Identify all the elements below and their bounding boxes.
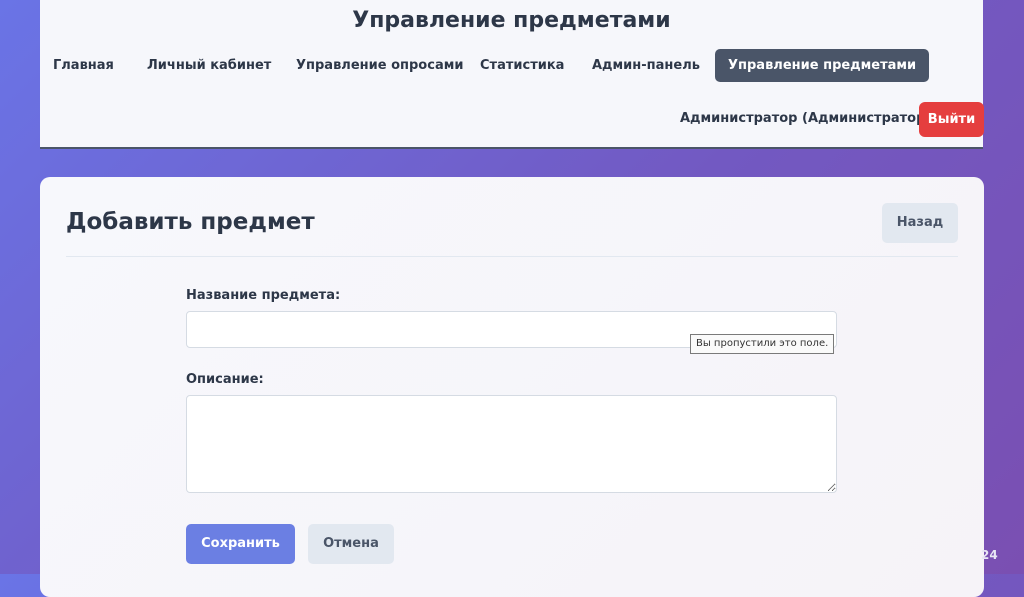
validation-tooltip: Вы пропустили это поле. xyxy=(690,334,835,354)
back-button[interactable]: Назад xyxy=(882,203,958,243)
nav-item-subjects[interactable]: Управление предметами xyxy=(715,49,930,82)
cancel-button[interactable]: Отмена xyxy=(308,524,394,564)
save-button[interactable]: Сохранить xyxy=(186,524,295,564)
nav-item-surveys[interactable]: Управление опросами xyxy=(296,49,463,82)
add-subject-card: Добавить предмет Назад Название предмета… xyxy=(40,177,984,597)
nav-item-admin-panel[interactable]: Админ-панель xyxy=(592,49,700,82)
slide-page-number: 24 xyxy=(981,548,998,562)
nav-item-profile[interactable]: Личный кабинет xyxy=(147,49,271,82)
form-title: Добавить предмет xyxy=(66,209,315,235)
current-user-label: Администратор (Администратор) xyxy=(680,111,932,126)
divider xyxy=(66,256,958,257)
top-navbar: Управление предметами Главная Личный каб… xyxy=(40,0,984,149)
logout-button[interactable]: Выйти xyxy=(919,102,984,137)
nav-item-home[interactable]: Главная xyxy=(53,49,114,82)
nav-item-statistics[interactable]: Статистика xyxy=(480,49,564,82)
description-label: Описание: xyxy=(186,372,264,387)
description-textarea[interactable] xyxy=(186,395,837,493)
subject-name-label: Название предмета: xyxy=(186,288,341,303)
page-title: Управление предметами xyxy=(352,8,671,33)
